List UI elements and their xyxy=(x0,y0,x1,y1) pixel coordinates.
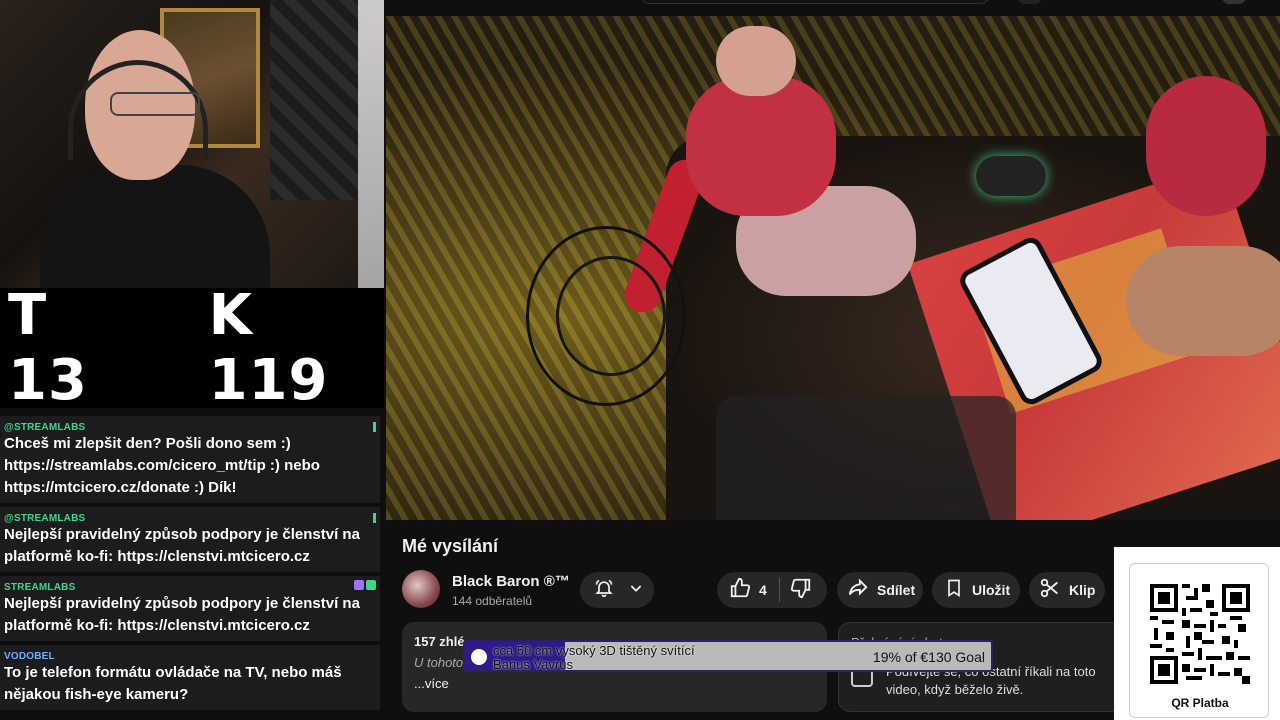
chat-author: @STREAMLABS xyxy=(4,422,86,433)
search-bar[interactable] xyxy=(640,0,990,4)
screen: T 13 K 119 @STREAMLABS Chceš mi zlepšit … xyxy=(0,0,1280,720)
show-more-link[interactable]: ...více xyxy=(414,676,815,691)
qr-frame: QR Platba xyxy=(1129,563,1269,718)
bookmark-icon xyxy=(944,578,964,603)
chat-badge xyxy=(373,513,376,523)
streamer-body xyxy=(40,165,270,288)
webcam-edge-light xyxy=(358,0,384,288)
mic-button[interactable] xyxy=(1018,0,1042,4)
thumbs-up-icon[interactable] xyxy=(729,577,751,604)
goal-message-line2: Banus Vavrus xyxy=(493,657,573,672)
chat-text: Nejlepší pravidelný způsob podpory je čl… xyxy=(4,595,360,634)
chat-author: @STREAMLABS xyxy=(4,513,86,524)
like-count[interactable]: 4 xyxy=(759,582,767,598)
video-doll-body xyxy=(686,76,836,216)
clip-label: Klip xyxy=(1069,582,1096,598)
scissors-icon xyxy=(1039,577,1061,604)
video-chair xyxy=(716,396,1016,520)
channel-avatar[interactable] xyxy=(402,570,440,608)
video-doll-right xyxy=(1146,76,1266,216)
channel-name[interactable]: Black Baron ®™ xyxy=(452,573,570,590)
clip-button[interactable]: Klip xyxy=(1029,572,1105,608)
save-button[interactable]: Uložit xyxy=(932,572,1020,608)
chevron-down-icon xyxy=(628,580,644,601)
bell-icon xyxy=(594,578,614,603)
subscriber-count: 144 odběratelů xyxy=(452,594,533,608)
save-label: Uložit xyxy=(972,582,1011,598)
counter-t: T 13 xyxy=(8,283,88,413)
notification-button[interactable] xyxy=(580,572,654,608)
share-label: Sdílet xyxy=(877,582,916,598)
chat-badges xyxy=(354,580,376,590)
chat-text: Nejlepší pravidelný způsob podpory je čl… xyxy=(4,526,360,565)
video-cables-inner xyxy=(556,256,666,376)
acoustic-foam xyxy=(270,0,360,200)
qr-label: QR Platba xyxy=(1171,696,1229,710)
video-doll-head xyxy=(716,26,796,96)
badge-icon xyxy=(354,580,364,590)
qr-code-icon xyxy=(1150,584,1250,684)
like-dislike-group: 4 xyxy=(717,572,827,608)
share-icon xyxy=(847,577,869,604)
badge-icon xyxy=(366,580,376,590)
chat-author: STREAMLABS xyxy=(4,582,76,593)
share-button[interactable]: Sdílet xyxy=(837,572,923,608)
counter-panel: T 13 K 119 xyxy=(0,283,384,413)
donation-icon xyxy=(471,649,487,665)
chat-badge xyxy=(373,422,376,432)
account-avatar[interactable] xyxy=(1222,0,1246,4)
chat-message: VODOBEL To je telefon formátu ovládače n… xyxy=(0,645,380,710)
chat-message: @STREAMLABS Chceš mi zlepšit den? Pošli … xyxy=(0,416,380,503)
glasses xyxy=(110,92,200,116)
chat-message: @STREAMLABS Nejlepší pravidelný způsob p… xyxy=(0,507,380,572)
donation-goal-banner: cca 50 cm vysoký 3D tištěný svítící Banu… xyxy=(463,640,993,672)
goal-message-line1: cca 50 cm vysoký 3D tištěný svítící xyxy=(493,643,695,658)
video-hand xyxy=(1126,246,1280,356)
video-mouse xyxy=(976,156,1046,196)
chat-message: STREAMLABS Nejlepší pravidelný způsob po… xyxy=(0,576,380,641)
chat-overlay: @STREAMLABS Chceš mi zlepšit den? Pošli … xyxy=(0,412,384,720)
video-player[interactable] xyxy=(386,16,1280,520)
counter-k: K 119 xyxy=(208,283,329,413)
thumbs-down-icon[interactable] xyxy=(790,577,812,604)
qr-payment-panel: QR Platba xyxy=(1114,547,1280,720)
webcam-feed xyxy=(0,0,384,288)
chat-text: Chceš mi zlepšit den? Pošli dono sem :) … xyxy=(4,435,320,496)
chat-text: To je telefon formátu ovládače na TV, ne… xyxy=(4,664,342,703)
like-divider xyxy=(778,578,780,602)
chat-author: VODOBEL xyxy=(4,651,55,662)
goal-progress-text: 19% of €130 Goal xyxy=(872,649,985,665)
video-title: Mé vysílání xyxy=(402,536,499,556)
